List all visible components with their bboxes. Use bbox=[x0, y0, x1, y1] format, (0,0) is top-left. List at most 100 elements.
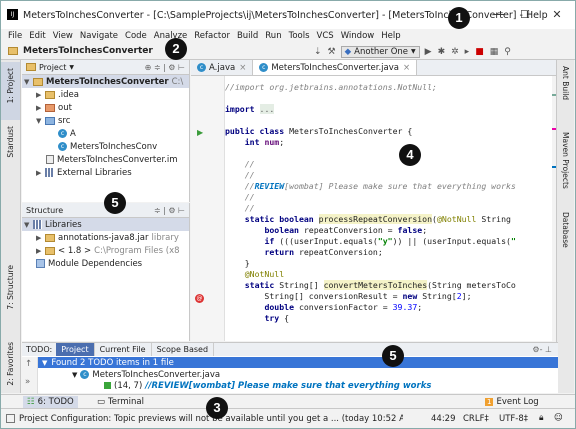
expanded-arrow-icon: ▼ bbox=[42, 358, 48, 367]
project-tool-tab[interactable]: 1: Project bbox=[1, 62, 20, 120]
tree-row-annotations-jar[interactable]: ▶ annotations-java8.jar library bbox=[22, 231, 189, 244]
maven-tool-tab[interactable]: Maven Projects bbox=[561, 132, 570, 189]
menu-edit[interactable]: Edit bbox=[29, 31, 45, 41]
todo-summary-row[interactable]: ▼ Found 2 TODO items in 1 file bbox=[38, 357, 558, 368]
todo-item-row[interactable]: (14, 7) //REVIEW[wombat] Please make sur… bbox=[104, 380, 431, 391]
panel-settings-icon[interactable]: ≑ | ⚙ ⊢ bbox=[154, 206, 185, 215]
code-line: } bbox=[225, 258, 250, 268]
arrow-up-icon[interactable]: ↑ bbox=[25, 359, 32, 369]
code-line: // bbox=[225, 159, 255, 169]
tree-row-external-libraries[interactable]: ▶ External Libraries bbox=[22, 166, 189, 179]
close-tab-icon[interactable]: × bbox=[403, 63, 410, 73]
close-button[interactable]: ✕ bbox=[543, 5, 571, 25]
tree-row-module-deps[interactable]: Module Dependencies bbox=[22, 257, 189, 270]
breakpoint-icon[interactable]: @ bbox=[195, 294, 204, 303]
arrow-down-icon[interactable]: » bbox=[25, 377, 30, 387]
minimize-button[interactable]: — bbox=[485, 5, 513, 25]
menu-help[interactable]: Help bbox=[381, 31, 400, 41]
chevron-down-icon[interactable]: ▼ bbox=[69, 64, 74, 71]
lock-icon[interactable]: 🔒︎ bbox=[539, 413, 544, 423]
event-log-button[interactable]: 1 Event Log bbox=[481, 396, 543, 408]
todo-tool-button[interactable]: ☷ 6: TODO bbox=[23, 396, 78, 408]
tab-todo-current-file[interactable]: Current File bbox=[95, 343, 152, 356]
hammer-icon[interactable]: ⚒ bbox=[328, 47, 336, 57]
bottom-tool-strip: ☷ 6: TODO ▭ Terminal 1 Event Log bbox=[1, 394, 575, 408]
collapsed-arrow-icon: ▶ bbox=[36, 103, 42, 112]
project-panel: Project ▼ ⊕ ≑ | ⚙ ⊢ ▼ MetersToInchesConv… bbox=[22, 60, 190, 202]
tab-a-java[interactable]: c A.java × bbox=[191, 60, 254, 75]
maximize-button[interactable]: ☐ bbox=[511, 5, 539, 25]
menu-refactor[interactable]: Refactor bbox=[194, 31, 230, 41]
menu-file[interactable]: File bbox=[8, 31, 22, 41]
todo-panel-header: TODO: Project Current File Scope Based ⚙… bbox=[22, 343, 558, 356]
coverage-icon[interactable]: ✲ bbox=[451, 47, 459, 57]
tree-row-project-root[interactable]: ▼ MetersToInchesConverter C:\ bbox=[22, 75, 189, 88]
panel-settings-icon[interactable]: ⊕ ≑ | ⚙ ⊢ bbox=[145, 63, 185, 72]
build-icon[interactable]: ⇣ bbox=[314, 47, 322, 57]
tree-row-out[interactable]: ▶ out bbox=[22, 101, 189, 114]
caret-position[interactable]: 44:29 bbox=[431, 414, 456, 424]
todo-file-row[interactable]: ▼ c MetersToInchesConverter.java bbox=[72, 369, 220, 380]
code-line-todo: //REVIEW[wombat] Please make sure that e… bbox=[225, 181, 516, 191]
file-icon bbox=[46, 155, 54, 164]
inspector-icon[interactable]: ☺︎ bbox=[554, 413, 563, 423]
tree-row-src[interactable]: ▼ src bbox=[22, 114, 189, 127]
menu-code[interactable]: Code bbox=[125, 31, 147, 41]
menu-tools[interactable]: Tools bbox=[289, 31, 310, 41]
line-separator[interactable]: CRLF‡ bbox=[463, 414, 489, 424]
todo-item-position: (14, 7) bbox=[114, 380, 143, 391]
tree-row-jdk[interactable]: ▶ < 1.8 > C:\Program Files (x8 bbox=[22, 244, 189, 257]
tab-todo-project[interactable]: Project bbox=[56, 343, 95, 356]
stop-icon[interactable]: ■ bbox=[475, 47, 484, 57]
left-tool-strip: 1: Project Stardust 7: Structure 2: Favo… bbox=[1, 60, 21, 393]
tree-label: < 1.8 > bbox=[58, 245, 92, 256]
terminal-tool-button[interactable]: ▭ Terminal bbox=[93, 396, 148, 408]
tab-todo-scope-based[interactable]: Scope Based bbox=[152, 343, 215, 356]
database-tool-tab[interactable]: Database bbox=[561, 212, 570, 248]
code-line: boolean repeatConversion = false; bbox=[264, 225, 428, 235]
file-encoding[interactable]: UTF-8‡ bbox=[499, 414, 528, 424]
tree-row-iml[interactable]: MetersToInchesConverter.im bbox=[22, 153, 189, 166]
structure-panel-title: Structure bbox=[26, 205, 64, 215]
run-config-select[interactable]: ◆ Another One ▼ bbox=[340, 45, 420, 58]
collapsed-arrow-icon: ▶ bbox=[36, 233, 42, 242]
run-config-icon: ◆ bbox=[344, 46, 352, 57]
folder-icon bbox=[45, 90, 55, 99]
code-area[interactable]: //import org.jetbrains.annotations.NotNu… bbox=[225, 76, 558, 341]
project-panel-title[interactable]: Project bbox=[39, 63, 66, 72]
code-line: double conversionFactor = 39.37; bbox=[264, 302, 423, 312]
menu-view[interactable]: View bbox=[53, 31, 73, 41]
menu-window[interactable]: Window bbox=[341, 31, 375, 41]
callout-2: 2 bbox=[165, 38, 187, 60]
project-structure-icon[interactable]: ▦ bbox=[490, 47, 499, 57]
gear-icon[interactable]: ⚙- ⊥ bbox=[532, 345, 552, 354]
stardust-tool-tab[interactable]: Stardust bbox=[6, 126, 15, 158]
tree-row-libraries[interactable]: ▼ Libraries bbox=[22, 218, 189, 231]
tree-row-class-converter[interactable]: c MetersToInchesConv bbox=[22, 140, 189, 153]
close-tab-icon[interactable]: × bbox=[239, 63, 246, 73]
breadcrumb-chevron-icon: › bbox=[145, 45, 149, 55]
code-line: if (((userInput.equals("y")) || (userInp… bbox=[264, 236, 516, 246]
ant-build-tool-tab[interactable]: Ant Build bbox=[561, 66, 570, 100]
ide-window: IJ MetersToInchesConverter - [C:\SampleP… bbox=[0, 0, 576, 429]
status-bar: Project Configuration: Topic previews wi… bbox=[1, 408, 575, 428]
menu-vcs[interactable]: VCS bbox=[317, 31, 334, 41]
breadcrumb[interactable]: MetersToInchesConverter bbox=[23, 46, 153, 56]
app-logo-icon: IJ bbox=[7, 9, 18, 20]
menu-run[interactable]: Run bbox=[265, 31, 281, 41]
favorites-tool-tab[interactable]: 2: Favorites bbox=[6, 342, 15, 386]
debug-icon[interactable]: ✱ bbox=[438, 47, 446, 57]
profile-icon[interactable]: ▸ bbox=[465, 47, 470, 57]
class-icon: c bbox=[259, 63, 269, 72]
menu-navigate[interactable]: Navigate bbox=[80, 31, 118, 41]
editor-gutter[interactable]: ▶ @ bbox=[191, 76, 225, 341]
run-gutter-icon[interactable]: ▶ bbox=[197, 128, 203, 137]
status-toggle-icon[interactable] bbox=[6, 414, 15, 423]
structure-tool-tab[interactable]: 7: Structure bbox=[6, 265, 15, 310]
search-icon[interactable]: ⚲ bbox=[504, 47, 511, 57]
tree-row-class-a[interactable]: cA bbox=[22, 127, 189, 140]
menu-build[interactable]: Build bbox=[237, 31, 258, 41]
tree-row-idea[interactable]: ▶ .idea bbox=[22, 88, 189, 101]
tab-converter-java[interactable]: c MetersToInchesConverter.java × bbox=[253, 60, 418, 75]
run-icon[interactable]: ▶ bbox=[425, 47, 432, 57]
